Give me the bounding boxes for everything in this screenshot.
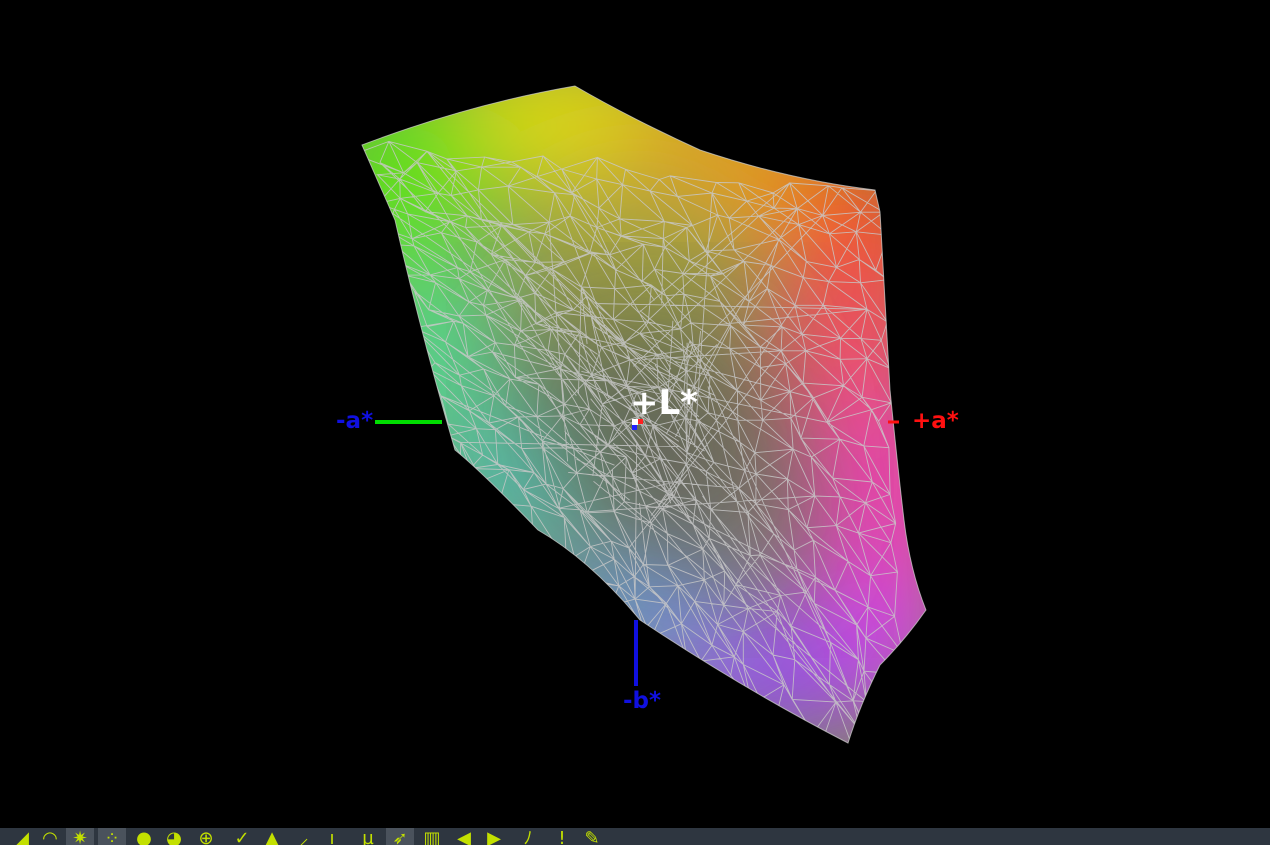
pointer-icon: ◢ <box>15 828 29 845</box>
grid-button[interactable]: ▥ <box>418 828 446 845</box>
tick-button[interactable]: ı <box>318 828 346 845</box>
dots-icon: ⁘ <box>104 828 120 845</box>
spark-button[interactable]: ✷ <box>66 828 94 845</box>
small-check-button[interactable]: ⸝ <box>290 828 318 845</box>
pos-a-axis-label: +a* <box>912 408 959 434</box>
neg-a-axis-label: -a* <box>336 408 374 434</box>
triangle-up-button[interactable]: ▲ <box>258 828 286 845</box>
dots-button[interactable]: ⁘ <box>98 828 126 845</box>
swirl-button[interactable]: ﾉ <box>514 828 542 845</box>
mu-button[interactable]: µ <box>354 828 382 845</box>
gamut-3d-viewport[interactable]: -a* +a* -b* +L* <box>0 0 1270 828</box>
neg-b-axis-label: -b* <box>623 688 662 714</box>
arc-button[interactable]: ◠ <box>36 828 64 845</box>
check-button[interactable]: ✓ <box>228 828 256 845</box>
half-sphere-icon: ◕ <box>166 828 182 845</box>
origin-marker-blue <box>632 425 637 430</box>
arrow-button[interactable]: ➶ <box>386 828 414 845</box>
spark-icon: ✷ <box>72 828 88 845</box>
grid-icon: ▥ <box>423 828 441 845</box>
check-icon: ✓ <box>234 828 250 845</box>
exclamation-button[interactable]: ! <box>548 828 576 845</box>
pointer-button[interactable]: ◢ <box>8 828 36 845</box>
tick-icon: ı <box>329 828 335 845</box>
target-button[interactable]: ⊕ <box>192 828 220 845</box>
play-back-button[interactable]: ◀ <box>450 828 478 845</box>
solid-sphere-icon: ● <box>136 828 152 845</box>
solid-sphere-button[interactable]: ● <box>130 828 158 845</box>
pen-icon: ✎ <box>584 828 600 845</box>
half-sphere-button[interactable]: ◕ <box>160 828 188 845</box>
pen-button[interactable]: ✎ <box>578 828 606 845</box>
exclamation-icon: ! <box>558 828 566 845</box>
arrow-icon: ➶ <box>392 828 408 845</box>
target-icon: ⊕ <box>198 828 214 845</box>
arc-icon: ◠ <box>42 828 58 845</box>
play-forward-button[interactable]: ▶ <box>480 828 508 845</box>
triangle-up-icon: ▲ <box>265 828 279 845</box>
swirl-icon: ﾉ <box>523 828 533 845</box>
play-back-icon: ◀ <box>457 828 471 845</box>
small-check-icon: ⸝ <box>299 828 309 845</box>
mu-icon: µ <box>362 828 374 845</box>
pos-l-axis-label: +L* <box>630 383 698 423</box>
play-forward-icon: ▶ <box>487 828 501 845</box>
viewer-toolbar: ◢ ◠ ✷ ⁘ ● ◕ ⊕ ✓ ▲ ⸝ ı µ ➶ ▥ ◀ ▶ ﾉ! ✎ <box>0 828 1270 845</box>
